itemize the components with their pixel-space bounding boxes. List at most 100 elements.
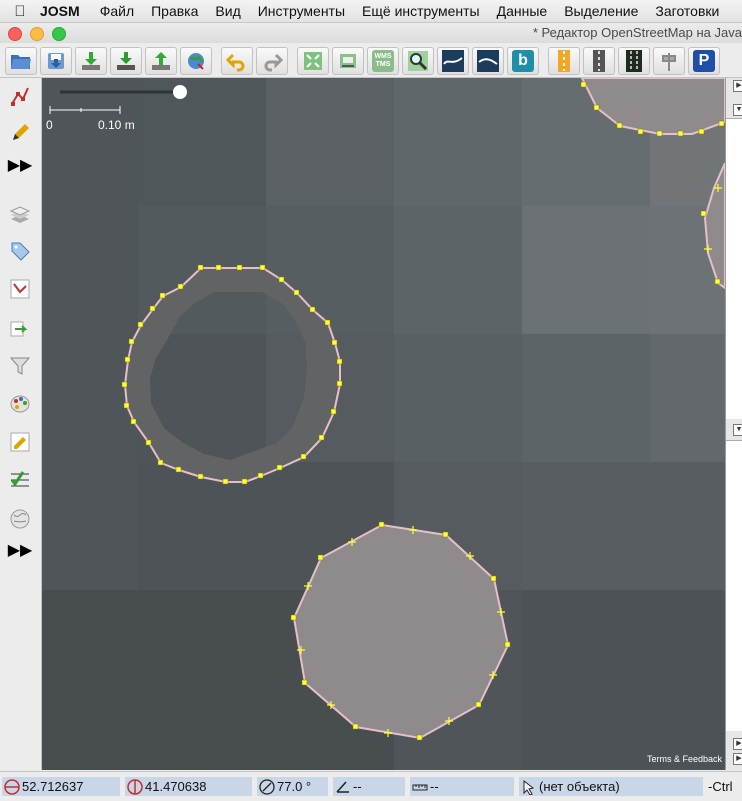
- menu-app-name[interactable]: JOSM: [40, 3, 80, 19]
- menu-more-tools[interactable]: Ещё инструменты: [362, 3, 480, 19]
- distance-value: --: [430, 779, 439, 794]
- redo-icon: [264, 53, 283, 71]
- track-preset-button[interactable]: [583, 46, 615, 75]
- split-way-button[interactable]: [437, 46, 469, 75]
- validation-tool[interactable]: [7, 467, 33, 493]
- distance-field: --: [410, 777, 514, 796]
- search-icon: [408, 50, 428, 71]
- download-icon: [82, 51, 100, 70]
- palette-icon: [10, 395, 30, 413]
- folder-icon: [11, 54, 31, 69]
- latitude-field: 52.712637: [2, 777, 120, 796]
- combine-way-button[interactable]: [472, 46, 504, 75]
- window-titlebar: * Редактор OpenStreetMap на Java: [0, 23, 742, 43]
- menu-presets[interactable]: Заготовки: [655, 3, 719, 19]
- preferences-button[interactable]: [332, 46, 364, 75]
- changeset-icon: [10, 432, 30, 452]
- save-button[interactable]: [40, 46, 72, 75]
- latitude-icon: [2, 778, 22, 796]
- double-chevron-right-icon: ▶▶: [7, 157, 33, 174]
- modifier-value: -Ctrl: [708, 779, 733, 794]
- longitude-field: 41.470638: [125, 777, 252, 796]
- modifier-field: -Ctrl: [708, 777, 742, 796]
- angle-field: --: [333, 777, 405, 796]
- left-toolbar: ▶▶ ▶▶: [0, 78, 42, 770]
- longitude-icon: [125, 778, 145, 796]
- map-view[interactable]: 0 0.10 m Terms & Feedback: [42, 78, 725, 770]
- ruler-icon: [410, 778, 430, 796]
- filter-icon: [9, 357, 31, 375]
- combine-way-icon: [477, 49, 499, 72]
- draw-nodes-tool[interactable]: [7, 83, 33, 109]
- right-panel: ▶ ▼ ▼ ▶ ▶: [725, 78, 742, 770]
- wms-icon: WMS TMS: [372, 49, 394, 72]
- changeset-manager-tool[interactable]: [7, 429, 33, 455]
- selection-list-tool[interactable]: [7, 276, 33, 302]
- relations-tool[interactable]: [7, 316, 33, 342]
- road-preset-button[interactable]: [548, 46, 580, 75]
- double-chevron-right-icon-2: ▶▶: [7, 542, 33, 559]
- draw-nodes-icon: [11, 87, 29, 106]
- upload-button[interactable]: [145, 46, 177, 75]
- draw-tool[interactable]: [7, 120, 33, 146]
- panel-collapse-button[interactable]: ▶: [733, 80, 742, 92]
- split-way-icon: [442, 49, 464, 72]
- close-window-button[interactable]: [8, 27, 22, 41]
- angle-icon: [333, 778, 353, 796]
- selection-icon: [10, 279, 30, 299]
- sign-preset-button[interactable]: [653, 46, 685, 75]
- open-file-button[interactable]: [5, 46, 37, 75]
- panel-content-bottom: [726, 440, 742, 731]
- more-panels-toggle[interactable]: ▶▶: [7, 537, 33, 563]
- latitude-value: 52.712637: [22, 779, 84, 794]
- more-tools-toggle[interactable]: ▶▶: [7, 152, 33, 178]
- undo-icon: [226, 53, 245, 71]
- zoom-to-data-button[interactable]: [297, 46, 329, 75]
- undo-button[interactable]: [221, 46, 253, 75]
- download-area-button[interactable]: [110, 46, 142, 75]
- wikipedia-icon: [10, 509, 30, 529]
- panel-expand-button[interactable]: ▼: [733, 104, 742, 116]
- save-icon: [48, 52, 64, 69]
- download-area-icon: [117, 51, 135, 70]
- menu-view[interactable]: Вид: [215, 3, 240, 19]
- layers-tool[interactable]: [7, 203, 33, 229]
- tag-icon: [11, 242, 30, 261]
- object-field: (нет объекта): [519, 777, 703, 796]
- parking-preset-button[interactable]: P: [688, 46, 720, 75]
- map-canvas: [42, 78, 725, 770]
- tags-tool[interactable]: [7, 238, 33, 264]
- panel-button-a[interactable]: ▶: [733, 738, 742, 750]
- bing-button[interactable]: b: [507, 46, 539, 75]
- window-title: * Редактор OpenStreetMap на Java: [532, 25, 742, 40]
- panel-minimize-button[interactable]: ▼: [733, 424, 742, 436]
- bing-icon: b: [512, 49, 534, 72]
- minimize-window-button[interactable]: [30, 27, 44, 41]
- globe-icon: [188, 52, 204, 70]
- filter-tool[interactable]: [7, 353, 33, 379]
- highway-icon: [626, 49, 642, 72]
- menu-data[interactable]: Данные: [497, 3, 548, 19]
- menu-edit[interactable]: Правка: [151, 3, 198, 19]
- cursor-object-icon: [519, 778, 539, 796]
- relations-icon: [10, 321, 28, 337]
- wikipedia-tool[interactable]: [7, 506, 33, 532]
- menu-tools[interactable]: Инструменты: [258, 3, 345, 19]
- panel-button-b[interactable]: ▶: [733, 753, 742, 765]
- redo-button[interactable]: [256, 46, 288, 75]
- search-button[interactable]: [402, 46, 434, 75]
- preferences-icon: [340, 53, 356, 68]
- map-paint-styles-tool[interactable]: [7, 391, 33, 417]
- apple-icon[interactable]: : [0, 3, 40, 20]
- work-offline-button[interactable]: [180, 46, 212, 75]
- download-button[interactable]: [75, 46, 107, 75]
- scale-end-label: 0.10 m: [98, 118, 135, 132]
- menu-file[interactable]: Файл: [100, 3, 134, 19]
- status-bar: 52.712637 41.470638 77.0 ° -- -- (нет об…: [0, 771, 742, 801]
- highway-preset-button[interactable]: [618, 46, 650, 75]
- menu-bar:  JOSM Файл Правка Вид Инструменты Ещё и…: [0, 0, 742, 23]
- menu-selection[interactable]: Выделение: [564, 3, 638, 19]
- terms-link[interactable]: Terms & Feedback: [647, 754, 722, 764]
- wms-tms-button[interactable]: WMS TMS: [367, 46, 399, 75]
- zoom-window-button[interactable]: [52, 27, 66, 41]
